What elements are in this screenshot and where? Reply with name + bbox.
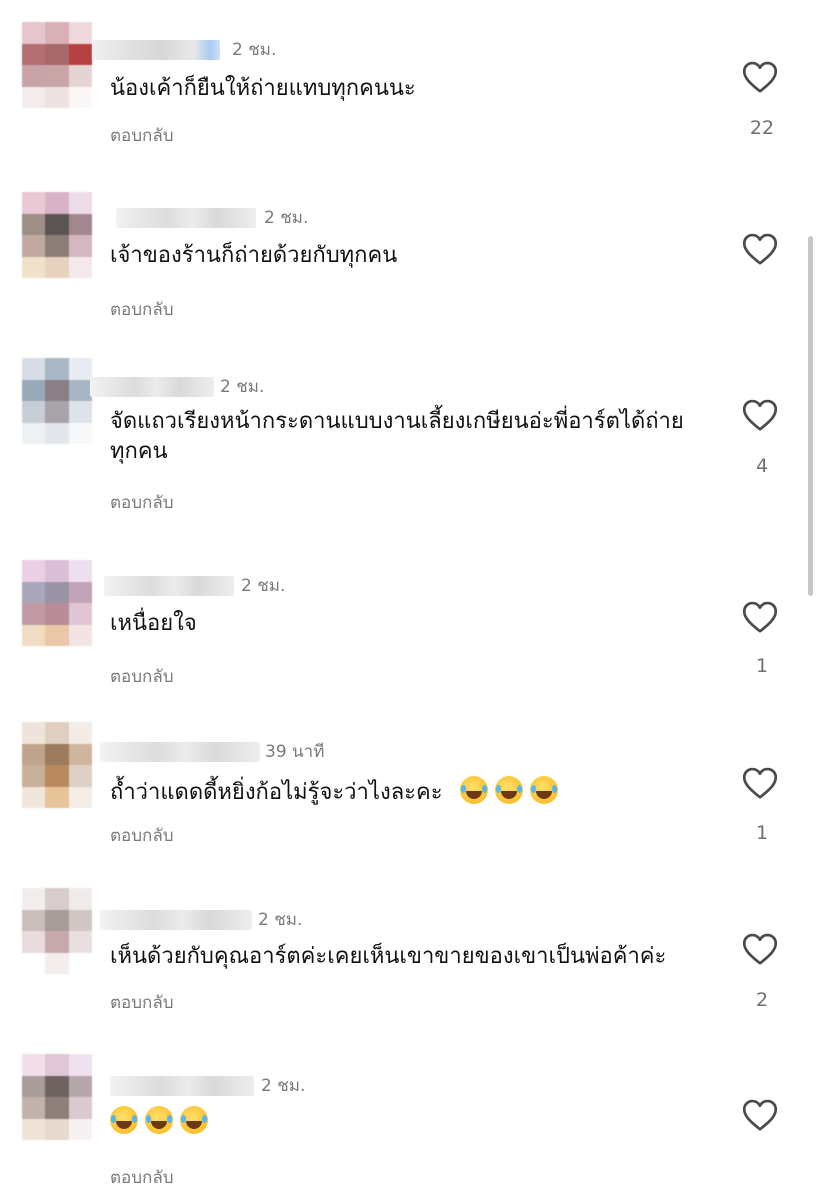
like-button[interactable] (742, 1098, 782, 1138)
username-blurred[interactable] (100, 742, 260, 762)
comment-text: จัดแถวเรียงหน้ากระดานแบบงานเลี้ยงเกษียนอ… (110, 407, 710, 467)
comment-text-content: เห็นด้วยกับคุณอาร์ตค่ะเคยเห็นเขาขายของเข… (110, 944, 667, 969)
comment-text: ถ้ำว่าแดดดี้หยิ่งก้อไม่รู้จะว่าไงละคะ (110, 776, 710, 808)
like-button[interactable] (742, 398, 782, 438)
heart-outline-icon (742, 933, 778, 965)
comment-text: เจ้าของร้านก็ถ่ายด้วยกับทุกคน (110, 241, 710, 271)
reply-button[interactable]: ตอบกลับ (110, 296, 174, 323)
comment-text: เหนื่อยใจ (110, 609, 710, 639)
comment-text-content: ถ้ำว่าแดดดี้หยิ่งก้อไม่รู้จะว่าไงละคะ (110, 780, 443, 805)
face-with-tears-of-joy-icon (494, 776, 523, 804)
reply-button[interactable]: ตอบกลับ (110, 989, 174, 1016)
comment-text-content: เหนื่อยใจ (110, 611, 197, 636)
face-with-tears-of-joy-icon (529, 776, 558, 804)
comment-text (110, 1106, 710, 1138)
like-button[interactable] (742, 766, 782, 806)
heart-outline-icon (742, 1099, 778, 1131)
reply-button[interactable]: ตอบกลับ (110, 663, 174, 690)
heart-outline-icon (742, 233, 778, 265)
comment-text: เห็นด้วยกับคุณอาร์ตค่ะเคยเห็นเขาขายของเข… (110, 942, 730, 972)
comment-time: 39 นาที (265, 742, 325, 762)
like-count: 1 (755, 822, 769, 844)
comment-text-content: จัดแถวเรียงหน้ากระดานแบบงานเลี้ยงเกษียนอ… (110, 409, 684, 464)
heart-outline-icon (742, 601, 778, 633)
avatar[interactable] (22, 888, 92, 974)
face-with-tears-of-joy-icon (459, 776, 488, 804)
face-with-tears-of-joy-icon (180, 1106, 208, 1134)
scrollbar[interactable] (808, 236, 813, 596)
reply-button[interactable]: ตอบกลับ (110, 1164, 174, 1191)
heart-outline-icon (742, 399, 778, 431)
like-button[interactable] (742, 232, 782, 272)
like-button[interactable] (742, 932, 782, 972)
like-count: 1 (755, 655, 769, 677)
avatar[interactable] (22, 192, 92, 278)
face-with-tears-of-joy-icon (110, 1106, 138, 1134)
comment-time: 2 ชม. (261, 1076, 306, 1096)
comment-time: 2 ชม. (264, 208, 309, 228)
heart-outline-icon (742, 767, 778, 799)
avatar[interactable] (22, 358, 92, 444)
like-button[interactable] (742, 600, 782, 640)
like-count: 4 (755, 455, 769, 477)
comment-time: 2 ชม. (258, 910, 303, 930)
username-blurred[interactable] (104, 576, 234, 596)
avatar[interactable] (22, 1054, 92, 1140)
username-blurred[interactable] (100, 910, 252, 930)
avatar[interactable] (22, 722, 92, 808)
comment-list: 2 ชม. น้องเค้าก็ยืนให้ถ่ายแทบทุกคนนะ ตอบ… (0, 0, 820, 1193)
face-with-tears-of-joy-icon (145, 1106, 173, 1134)
comment-text-content: เจ้าของร้านก็ถ่ายด้วยกับทุกคน (110, 243, 398, 268)
username-blurred[interactable] (90, 377, 214, 397)
reply-button[interactable]: ตอบกลับ (110, 489, 174, 516)
emoji-group (459, 776, 565, 805)
reply-button[interactable]: ตอบกลับ (110, 822, 174, 849)
username-blurred[interactable] (110, 1076, 254, 1096)
like-count: 2 (755, 989, 769, 1011)
emoji-group (110, 1106, 215, 1135)
avatar[interactable] (22, 560, 92, 646)
comment-item: 2 ชม. ตอบกลับ (0, 0, 800, 1188)
username-blurred[interactable] (116, 208, 256, 228)
comment-time: 2 ชม. (220, 377, 265, 397)
comment-time: 2 ชม. (241, 576, 286, 596)
